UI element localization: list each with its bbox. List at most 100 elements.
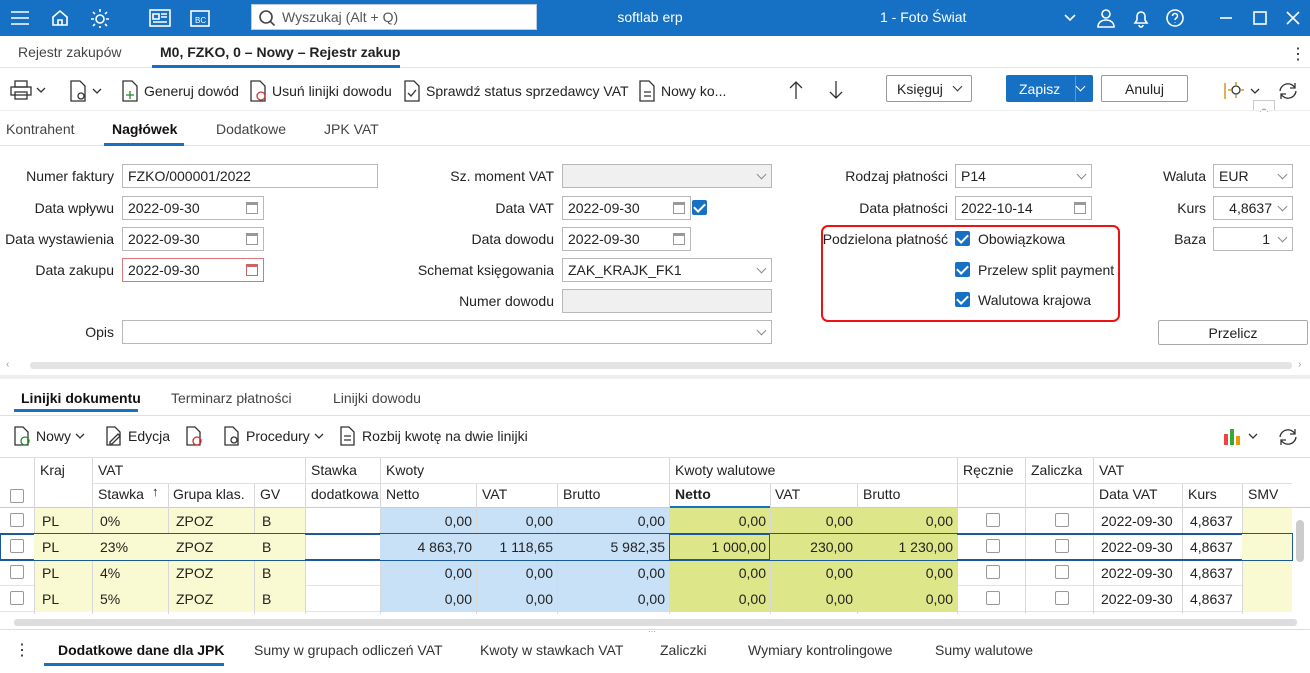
calendar-icon[interactable] bbox=[673, 233, 685, 245]
bell-icon[interactable] bbox=[1129, 6, 1153, 30]
chevron-down-icon[interactable] bbox=[1277, 169, 1288, 180]
company-selector[interactable]: 1 - Foto Świat bbox=[880, 9, 966, 25]
grid-cell-fvat[interactable]: 0,00 bbox=[770, 586, 857, 612]
grid-cell-empty[interactable] bbox=[305, 508, 380, 534]
posting-scheme-field[interactable]: ZAK_KRAJK_FK1 bbox=[562, 258, 772, 282]
tab-payment-schedule[interactable]: Terminarz płatności bbox=[171, 390, 292, 406]
arrow-up-icon[interactable] bbox=[788, 80, 804, 100]
grid-cell-gv[interactable]: B bbox=[254, 560, 305, 586]
row-select-checkbox[interactable] bbox=[10, 539, 24, 553]
document-settings-button[interactable] bbox=[68, 80, 102, 102]
row-select-checkbox[interactable] bbox=[10, 513, 24, 527]
row-select-checkbox[interactable] bbox=[10, 565, 24, 579]
vat-date-field[interactable]: 2022-09-30 bbox=[562, 196, 691, 220]
grid-cell-empty[interactable] bbox=[1242, 534, 1292, 560]
grid-cell-netto[interactable]: 0,00 bbox=[380, 508, 476, 534]
new-ko-button[interactable]: Nowy ko... bbox=[637, 80, 726, 102]
tab-contractor[interactable]: Kontrahent bbox=[6, 121, 75, 137]
generate-proof-button[interactable]: Generuj dowód bbox=[120, 80, 239, 102]
calendar-icon[interactable] bbox=[246, 233, 258, 245]
tab-controlling-dimensions[interactable]: Wymiary kontrolingowe bbox=[748, 642, 893, 658]
select-all-checkbox[interactable] bbox=[10, 489, 24, 503]
col-group-manual[interactable]: Ręcznie bbox=[963, 462, 1014, 478]
table-row[interactable]: PL 5% ZPOZ B 0,00 0,00 0,00 0,00 0,00 0,00 2022-09… bbox=[0, 586, 1292, 612]
chart-button[interactable] bbox=[1222, 426, 1258, 446]
proof-date-field[interactable]: 2022-09-30 bbox=[562, 227, 691, 251]
col-smv[interactable]: SMV bbox=[1248, 486, 1278, 502]
col-group-vat[interactable]: VAT bbox=[98, 462, 123, 478]
grid-cell-kurs[interactable]: 4,8637 bbox=[1182, 560, 1242, 586]
grid-cell-fbrutto[interactable]: 0,00 bbox=[857, 586, 957, 612]
new-line-button[interactable]: Nowy bbox=[12, 426, 85, 446]
chevron-down-icon[interactable] bbox=[1277, 201, 1288, 212]
tab-current-document[interactable]: M0, FZKO, 0 – Nowy – Rejestr zakupów bbox=[160, 44, 400, 60]
grid-cell-rate[interactable]: 4% bbox=[92, 560, 168, 586]
advance-checkbox[interactable] bbox=[1055, 513, 1069, 527]
col-group-advance[interactable]: Zaliczka bbox=[1031, 462, 1082, 478]
col-fx-netto[interactable]: Netto bbox=[675, 486, 711, 502]
rate-field[interactable]: 4,8637 bbox=[1213, 196, 1293, 220]
grid-cell-vat[interactable]: 0,00 bbox=[476, 508, 557, 534]
search-input[interactable]: Wyszukaj (Alt + Q) bbox=[251, 4, 537, 30]
grid-cell-fnetto[interactable]: 0,00 bbox=[669, 586, 770, 612]
purchase-date-field[interactable]: 2022-09-30 bbox=[122, 258, 264, 282]
col-fx-vat[interactable]: VAT bbox=[775, 486, 800, 502]
tab-proof-lines[interactable]: Linijki dowodu bbox=[333, 390, 421, 406]
delete-line-button[interactable] bbox=[184, 426, 204, 446]
chevron-down-icon[interactable] bbox=[756, 325, 767, 336]
table-row[interactable]: PL 23% ZPOZ B 4 863,70 1 118,65 5 982,35 1 000,… bbox=[0, 533, 1293, 561]
tab-advances[interactable]: Zaliczki bbox=[660, 642, 707, 658]
mandatory-checkbox[interactable] bbox=[955, 231, 970, 246]
home-icon[interactable] bbox=[48, 6, 72, 30]
issue-date-field[interactable]: 2022-09-30 bbox=[122, 227, 264, 251]
grid-cell-fvat[interactable]: 0,00 bbox=[770, 560, 857, 586]
grid-cell-kurs[interactable]: 4,8637 bbox=[1182, 508, 1242, 534]
col-gv[interactable]: GV bbox=[260, 486, 280, 502]
grid-vertical-scrollbar[interactable] bbox=[1296, 520, 1304, 562]
tab-jpk-data[interactable]: Dodatkowe dane dla JPK bbox=[58, 642, 224, 658]
recalculate-button[interactable]: Przelicz bbox=[1158, 320, 1308, 345]
grid-cell-gv[interactable]: B bbox=[254, 534, 305, 560]
proof-number-field[interactable] bbox=[562, 289, 772, 313]
col-netto[interactable]: Netto bbox=[386, 486, 419, 502]
grid-cell-brutto[interactable]: 0,00 bbox=[557, 560, 669, 586]
grid-cell-vat-date[interactable]: 2022-09-30 bbox=[1093, 560, 1182, 586]
calendar-icon[interactable] bbox=[673, 202, 685, 214]
tab-jpk-vat[interactable]: JPK VAT bbox=[324, 121, 379, 137]
chevron-down-icon[interactable] bbox=[1075, 81, 1086, 92]
scroll-right-icon[interactable]: › bbox=[1298, 359, 1301, 370]
table-row[interactable]: PL 4% ZPOZ B 0,00 0,00 0,00 0,00 0,00 0,00 2022-09… bbox=[0, 560, 1292, 586]
chevron-down-icon[interactable] bbox=[756, 263, 767, 274]
grid-cell-empty[interactable] bbox=[305, 560, 380, 586]
base-field[interactable]: 1 bbox=[1213, 227, 1293, 251]
grid-cell-empty[interactable] bbox=[1242, 586, 1292, 612]
grid-cell-group[interactable]: ZPOZ bbox=[168, 560, 254, 586]
procedures-button[interactable]: Procedury bbox=[222, 426, 324, 446]
grid-cell-rate[interactable]: 23% bbox=[92, 534, 168, 560]
post-dropdown[interactable]: Księguj bbox=[886, 75, 972, 102]
collapse-toolbar-icon[interactable]: ︿ bbox=[1253, 100, 1275, 113]
cancel-button[interactable]: Anuluj bbox=[1101, 75, 1188, 102]
calendar-icon[interactable] bbox=[246, 264, 258, 276]
form-scrollbar[interactable] bbox=[30, 362, 1292, 369]
hamburger-menu-icon[interactable] bbox=[8, 6, 32, 30]
grid-cell-country[interactable]: PL bbox=[34, 508, 92, 534]
edit-line-button[interactable]: Edycja bbox=[104, 426, 170, 446]
advance-checkbox[interactable] bbox=[1055, 591, 1069, 605]
grid-horizontal-scrollbar[interactable] bbox=[14, 619, 1297, 626]
grid-cell-fbrutto[interactable]: 0,00 bbox=[857, 560, 957, 586]
grid-cell-brutto[interactable]: 0,00 bbox=[557, 508, 669, 534]
manual-checkbox[interactable] bbox=[986, 565, 1000, 579]
tab-header[interactable]: Nagłówek bbox=[112, 121, 177, 137]
minimize-icon[interactable] bbox=[1214, 6, 1238, 30]
grid-cell-vat-date[interactable]: 2022-09-30 bbox=[1093, 534, 1182, 560]
chevron-down-icon[interactable] bbox=[1058, 6, 1082, 30]
manual-checkbox[interactable] bbox=[986, 591, 1000, 605]
sun-icon[interactable] bbox=[88, 6, 112, 30]
col-group-extra-rate[interactable]: Stawka bbox=[311, 462, 357, 478]
description-field[interactable] bbox=[122, 320, 772, 344]
tab-vat-rate-amounts[interactable]: Kwoty w stawkach VAT bbox=[480, 642, 623, 658]
resize-handle-icon[interactable]: ⋯ bbox=[648, 627, 656, 636]
col-group-fx-amounts[interactable]: Kwoty walutowe bbox=[675, 462, 775, 478]
invoice-number-field[interactable]: FZKO/000001/2022 bbox=[122, 164, 378, 188]
